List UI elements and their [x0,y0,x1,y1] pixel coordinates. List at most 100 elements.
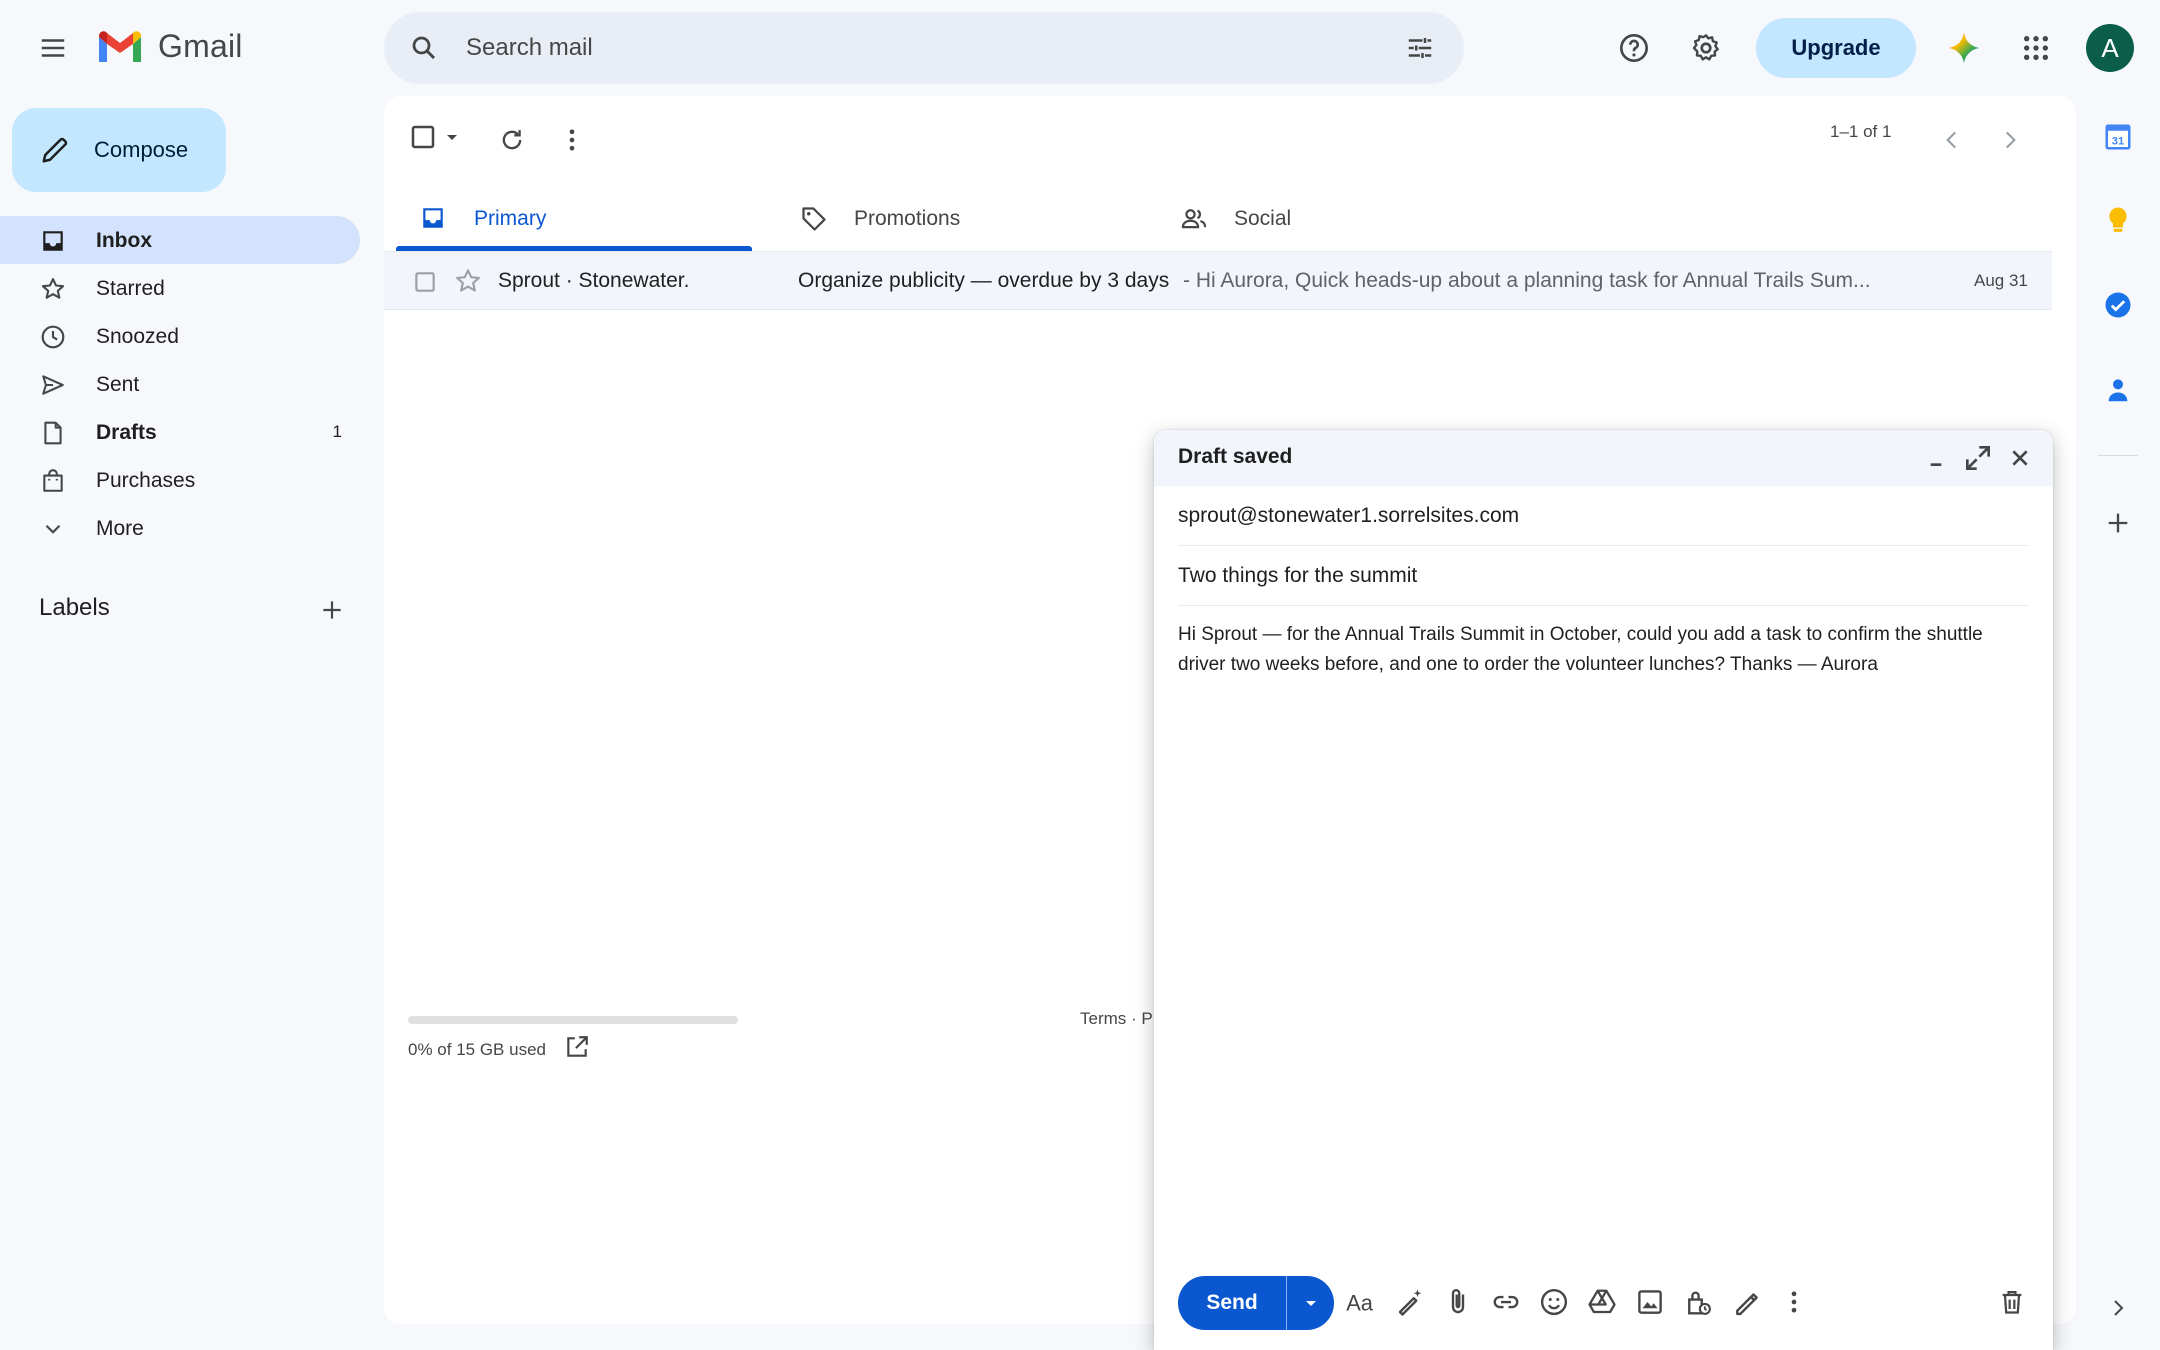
plus-icon [323,601,341,619]
sidebar-item-drafts[interactable]: Drafts 1 [0,408,360,456]
account-avatar[interactable]: A [2086,24,2134,72]
apps-grid-icon [2023,35,2049,61]
sidebar-item-label: More [96,517,144,540]
google-apps-button[interactable] [2014,26,2058,70]
email-date: Aug 31 [1974,271,2028,290]
close-compose-button[interactable] [2004,442,2036,474]
create-label-button[interactable] [310,588,354,632]
sidebar-item-label: Starred [96,277,165,300]
lock-clock-icon [1688,1291,1711,1315]
get-addons-button[interactable] [2098,503,2138,543]
select-options-dropdown[interactable] [440,122,464,152]
more-actions-button[interactable] [550,118,594,162]
search-input[interactable] [466,28,1346,68]
open-in-new-icon [567,1036,588,1057]
send-button[interactable]: Send [1178,1276,1286,1330]
attach-files-button[interactable] [1438,1282,1478,1322]
more-send-options-button[interactable] [1286,1276,1334,1330]
sidebar-item-inbox[interactable]: Inbox [0,216,360,264]
more-options-button[interactable] [1774,1282,1814,1322]
email-star-toggle[interactable] [454,267,482,295]
keep-app-button[interactable] [2098,200,2138,240]
gemini-button[interactable] [1942,26,1986,70]
star-icon [456,269,480,292]
clock-icon [41,325,65,349]
lightbulb-icon [2109,207,2127,232]
sidebar-item-purchases[interactable]: Purchases [0,456,360,504]
email-select-checkbox[interactable] [412,269,438,295]
person-icon [2108,379,2128,402]
search-options-button[interactable] [1398,26,1442,70]
tab-primary[interactable]: Primary [396,188,752,248]
recipient-address: sprout@stonewater1.sorrelsites.com [1178,504,1520,527]
contacts-app-button[interactable] [2098,370,2138,410]
sidebar-item-label: Inbox [96,229,152,252]
select-all-checkbox[interactable] [408,122,438,152]
caret-down-icon [1305,1301,1316,1306]
insert-link-button[interactable] [1486,1282,1526,1322]
hide-side-panel-button[interactable] [2100,1290,2136,1326]
newer-page-button[interactable] [1930,118,1974,162]
tab-social[interactable]: Social [1156,188,1512,248]
search-button[interactable] [402,26,446,70]
calendar-app-button[interactable]: 31 [2098,117,2138,157]
sidebar-item-sent[interactable]: Sent [0,360,360,408]
text-format-icon: Aa [1346,1291,1374,1316]
email-row[interactable]: Sprout · Stonewater. Organize publicity … [384,252,2052,310]
compose-window: Draft saved sprout@stonewater1.sorrelsit… [1154,430,2053,1350]
gmail-logo[interactable]: Gmail [96,28,243,65]
tab-promotions[interactable]: Promotions [776,188,1132,248]
email-subject: Organize publicity — overdue by 3 days [798,269,1170,292]
confidential-mode-button[interactable] [1678,1282,1718,1322]
labels-heading: Labels [39,594,110,621]
tab-label: Promotions [854,207,961,230]
search-icon [412,36,436,60]
compose-header[interactable]: Draft saved [1154,430,2053,486]
insert-signature-button[interactable] [1726,1282,1766,1322]
refresh-button[interactable] [490,118,534,162]
gear-icon [1692,34,1719,61]
compose-title: Draft saved [1178,445,1293,468]
tab-label: Primary [474,207,547,230]
recipients-field[interactable]: sprout@stonewater1.sorrelsites.com [1178,486,2029,546]
help-me-write-button[interactable] [1390,1282,1430,1322]
sidebar-item-label: Drafts [96,421,157,444]
subject-text: Two things for the summit [1178,564,1418,587]
search-bar [384,12,1464,84]
formatting-options-button[interactable]: Aa [1342,1282,1382,1322]
sidebar-item-starred[interactable]: Starred [0,264,360,312]
support-button[interactable] [1612,26,1656,70]
sidebar-item-more[interactable]: More [0,504,360,552]
sidebar-item-snoozed[interactable]: Snoozed [0,312,360,360]
checkbox-icon [411,125,435,149]
manage-storage-link[interactable] [564,1034,590,1060]
hamburger-menu-icon [41,39,65,57]
tune-icon [1408,38,1432,58]
insert-drive-file-button[interactable] [1582,1282,1622,1322]
insert-photo-button[interactable] [1630,1282,1670,1322]
sidebar-item-label: Sent [96,373,140,396]
send-icon [42,375,64,395]
storage-usage-text: 0% of 15 GB used [408,1040,546,1059]
shopping-bag-icon [43,469,63,492]
discard-draft-button[interactable] [1992,1282,2032,1322]
message-body[interactable]: Hi Sprout — for the Annual Trails Summit… [1178,620,2018,680]
full-screen-button[interactable] [1962,442,1994,474]
subject-field[interactable]: Two things for the summit [1178,546,2029,606]
calendar-day-label: 31 [2112,136,2125,148]
image-icon [1638,1290,1662,1314]
older-page-button[interactable] [1988,118,2032,162]
insert-emoji-button[interactable] [1534,1282,1574,1322]
magic-pen-icon [1398,1289,1422,1316]
email-snippet: - Hi Aurora, Quick heads-up about a plan… [1183,269,1871,292]
people-icon [1181,209,1207,229]
terms-link[interactable]: Terms · P [1080,1009,1153,1029]
minimize-button[interactable] [1920,442,1952,474]
upgrade-button[interactable]: Upgrade [1756,18,1916,78]
main-menu-button[interactable] [31,26,75,70]
settings-button[interactable] [1684,26,1728,70]
compose-button[interactable]: Compose [12,108,226,192]
emoji-icon [1540,1288,1568,1316]
minimize-icon [1930,463,1942,466]
tasks-app-button[interactable] [2098,285,2138,325]
